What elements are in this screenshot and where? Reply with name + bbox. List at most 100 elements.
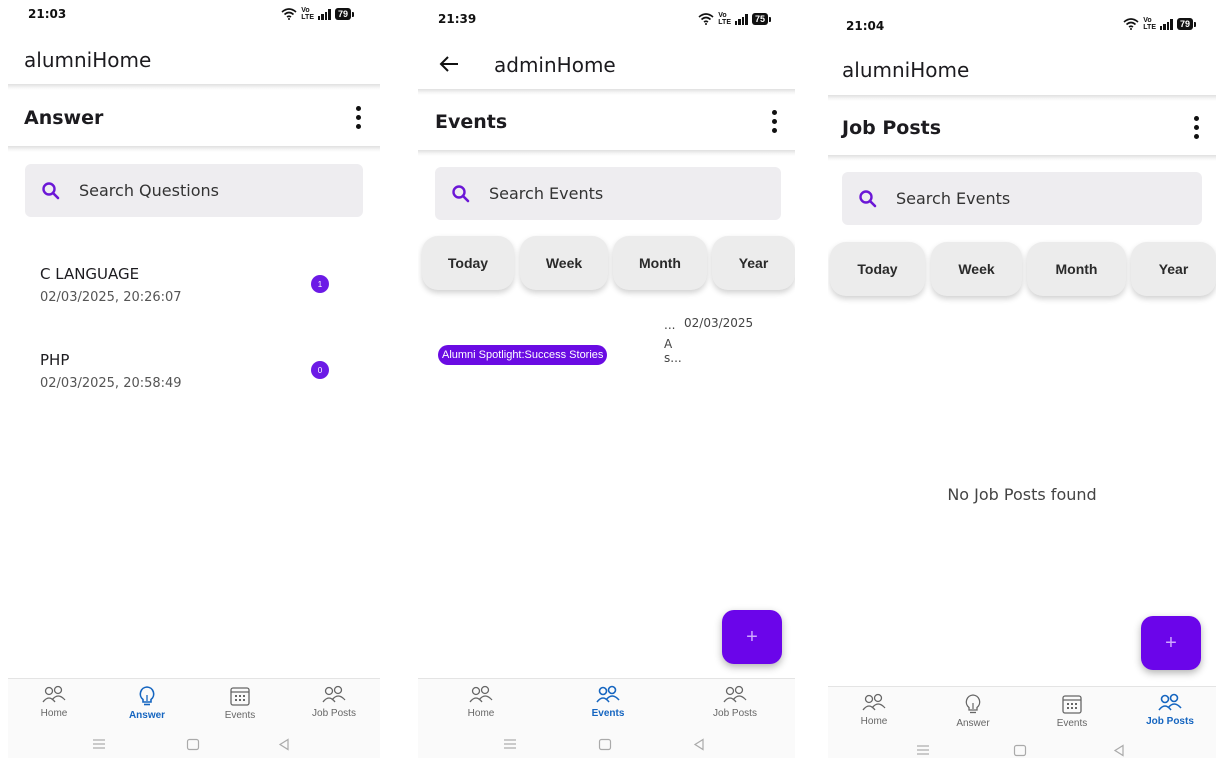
status-icons: Vo LTE 75	[698, 12, 771, 26]
back-icon[interactable]	[1112, 744, 1126, 757]
divider	[8, 84, 380, 90]
nav-job-posts[interactable]: Job Posts	[1135, 693, 1205, 727]
volte-icon: Vo LTE	[1143, 17, 1156, 31]
nav-events[interactable]: Events	[205, 685, 275, 721]
question-item[interactable]: PHP 02/03/2025, 20:58:49 0	[8, 336, 380, 406]
divider	[418, 150, 795, 156]
status-icons: Vo LTE 79	[1123, 17, 1196, 31]
event-ellipsis: ...	[664, 318, 676, 332]
search-input[interactable]: Search Events	[842, 172, 1202, 225]
nav-events[interactable]: Events	[573, 685, 643, 719]
events-screen: 21:39 Vo LTE 75 adminHome Events Search E…	[418, 0, 795, 758]
filter-week[interactable]: Week	[520, 236, 608, 290]
answer-count-badge: 1	[311, 275, 329, 293]
nav-home[interactable]: Home	[19, 685, 89, 719]
filter-month[interactable]: Month	[613, 236, 707, 290]
search-input[interactable]: Search Events	[435, 167, 781, 220]
volte-icon: Vo LTE	[301, 7, 314, 21]
home-button-icon[interactable]	[1013, 744, 1027, 757]
system-navigation	[418, 730, 795, 758]
nav-job-posts[interactable]: Job Posts	[700, 685, 770, 719]
nav-label: Job Posts	[312, 708, 356, 719]
bottom-navigation: Home Answer Events Job Posts	[828, 686, 1216, 738]
nav-home[interactable]: Home	[446, 685, 516, 719]
people-icon	[723, 685, 747, 703]
home-button-icon[interactable]	[598, 738, 612, 751]
wifi-icon	[698, 13, 714, 25]
menu-icon[interactable]	[92, 738, 106, 750]
calendar-icon	[1062, 695, 1082, 714]
event-description-line: A	[664, 337, 673, 351]
nav-home[interactable]: Home	[839, 693, 909, 727]
plus-icon: +	[746, 625, 758, 648]
question-title: PHP	[40, 351, 70, 369]
signal-icon	[317, 8, 331, 20]
answer-count-badge: 0	[311, 361, 329, 379]
app-title: alumniHome	[24, 48, 152, 72]
divider	[418, 89, 795, 95]
empty-state-message: No Job Posts found	[947, 485, 1097, 504]
nav-label: Answer	[128, 710, 166, 721]
back-icon[interactable]	[277, 738, 291, 751]
add-event-button[interactable]: +	[722, 610, 782, 664]
people-icon	[469, 685, 493, 703]
plus-icon: +	[1165, 631, 1177, 654]
search-icon	[859, 189, 877, 207]
back-icon[interactable]	[692, 738, 706, 751]
people-icon	[862, 693, 886, 711]
filter-year[interactable]: Year	[1131, 242, 1216, 296]
nav-label: Events	[1056, 718, 1088, 729]
bottom-navigation: Home Events Job Posts	[418, 678, 795, 730]
nav-label: Events	[224, 710, 256, 721]
more-options-icon[interactable]	[1190, 116, 1202, 139]
section-title: Events	[435, 111, 508, 133]
nav-events[interactable]: Events	[1037, 693, 1107, 729]
nav-label: Home	[467, 708, 495, 719]
back-arrow-icon[interactable]	[438, 55, 460, 73]
filter-week[interactable]: Week	[931, 242, 1022, 296]
divider	[8, 146, 380, 152]
search-placeholder: Search Events	[489, 184, 604, 203]
filter-year[interactable]: Year	[712, 236, 795, 290]
add-job-post-button[interactable]: +	[1141, 616, 1201, 670]
nav-answer[interactable]: Answer	[112, 685, 182, 721]
people-icon	[42, 685, 66, 703]
home-button-icon[interactable]	[186, 738, 200, 751]
filter-today[interactable]: Today	[422, 236, 514, 290]
bottom-navigation: Home Answer Events Job Posts	[8, 678, 380, 730]
event-item[interactable]: Alumni Spotlight:Success Stories ... 02/…	[418, 310, 795, 385]
status-time: 21:39	[438, 12, 477, 26]
event-description-line: s...	[664, 351, 682, 365]
system-navigation	[8, 730, 380, 758]
nav-label: Home	[860, 716, 888, 727]
more-options-icon[interactable]	[768, 110, 780, 133]
section-title: Job Posts	[842, 117, 942, 139]
search-icon	[42, 181, 60, 199]
nav-job-posts[interactable]: Job Posts	[299, 685, 369, 719]
nav-label: Job Posts	[1146, 716, 1194, 727]
divider	[828, 155, 1216, 161]
menu-icon[interactable]	[503, 738, 517, 750]
nav-answer[interactable]: Answer	[938, 693, 1008, 729]
app-title: alumniHome	[842, 58, 970, 82]
menu-icon[interactable]	[916, 744, 930, 756]
calendar-icon	[230, 687, 250, 706]
section-title: Answer	[24, 107, 104, 129]
people-icon	[322, 685, 346, 703]
event-date: 02/03/2025	[684, 316, 754, 330]
status-time: 21:03	[28, 7, 67, 21]
search-input[interactable]: Search Questions	[25, 164, 363, 217]
battery-icon: 75	[751, 13, 771, 25]
search-icon	[452, 184, 470, 202]
more-options-icon[interactable]	[352, 106, 364, 129]
filter-today[interactable]: Today	[830, 242, 925, 296]
wifi-icon	[1123, 18, 1139, 30]
lightbulb-icon	[965, 694, 981, 714]
filter-month[interactable]: Month	[1027, 242, 1126, 296]
people-icon	[596, 685, 620, 703]
battery-icon: 79	[334, 8, 354, 20]
people-icon	[1158, 693, 1182, 711]
status-time: 21:04	[846, 19, 885, 33]
question-item[interactable]: C LANGUAGE 02/03/2025, 20:26:07 1	[8, 250, 380, 320]
status-icons: Vo LTE 79	[281, 7, 354, 21]
